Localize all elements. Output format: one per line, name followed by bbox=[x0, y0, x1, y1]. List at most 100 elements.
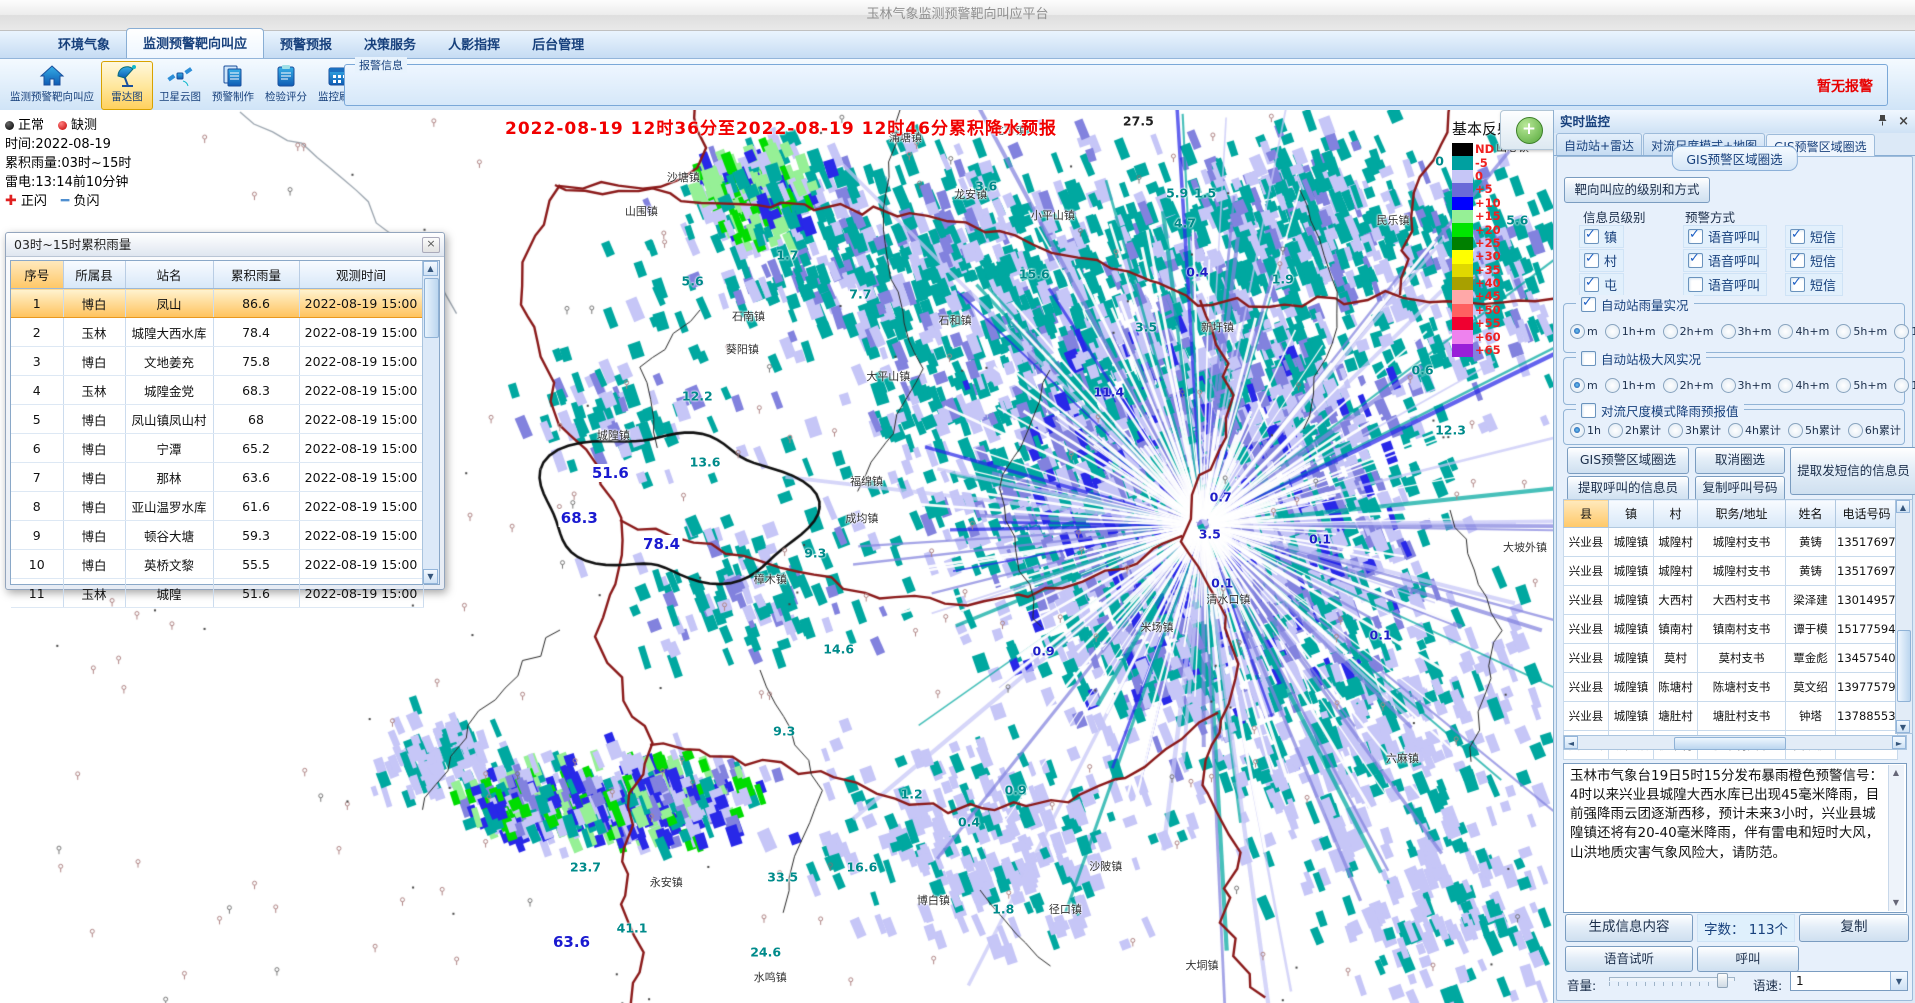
radio-icon[interactable] bbox=[1778, 378, 1793, 393]
contact-row[interactable]: 兴业县城隍镇莫村莫村支书覃金彪1345754051 bbox=[1564, 644, 1898, 673]
radio-icon[interactable] bbox=[1605, 324, 1620, 339]
rain-table-row[interactable]: 9博白顿谷大塘59.32022-08-19 15:00 bbox=[11, 521, 423, 550]
contacts-col-4[interactable]: 职务/地址 bbox=[1698, 500, 1786, 528]
radio-icon[interactable] bbox=[1836, 378, 1851, 393]
voice-call-checkbox-1[interactable]: 语音呼叫 bbox=[1683, 225, 1767, 248]
scroll-left-icon[interactable]: ◄ bbox=[1564, 736, 1578, 749]
radio-icon[interactable] bbox=[1721, 324, 1736, 339]
checkbox-icon[interactable] bbox=[1688, 253, 1703, 268]
copy-call-numbers-button[interactable]: 复制呼叫号码 bbox=[1695, 476, 1785, 501]
target-level-button[interactable]: 靶向叫应的级别和方式 bbox=[1564, 177, 1710, 203]
rain-col-4[interactable]: 累积雨量 bbox=[213, 261, 299, 289]
contacts-col-6[interactable]: 电话号码 bbox=[1836, 500, 1898, 528]
menu-tab-6[interactable]: 后台管理 bbox=[516, 30, 600, 58]
contact-row[interactable]: 兴业县城隍镇镇南村镇南村支书谭于模1517759461 bbox=[1564, 615, 1898, 644]
radio-icon[interactable] bbox=[1848, 423, 1863, 438]
contacts-scrollbar[interactable]: ▲ ▼ bbox=[1895, 499, 1913, 734]
tool-radar-button[interactable]: 雷达图 bbox=[101, 61, 153, 110]
radio-icon[interactable] bbox=[1778, 324, 1793, 339]
scroll-up-icon[interactable]: ▲ bbox=[1889, 766, 1903, 780]
extract-sms-informers-button[interactable]: 提取发短信的信息员 bbox=[1790, 447, 1915, 495]
scroll-down-icon[interactable]: ▼ bbox=[1889, 896, 1903, 910]
contacts-col-1[interactable]: 县 bbox=[1564, 500, 1609, 528]
radio-option-5h累计[interactable]: 5h累计 bbox=[1788, 422, 1841, 438]
radio-icon[interactable] bbox=[1721, 378, 1736, 393]
rain-window-titlebar[interactable]: 03时~15时累积雨量 × bbox=[6, 233, 444, 257]
radio-option-5h+m[interactable]: 5h+m bbox=[1836, 378, 1887, 393]
pin-icon[interactable] bbox=[1878, 114, 1887, 126]
rain-table-row[interactable]: 3博白文地姜充75.82022-08-19 15:00 bbox=[11, 347, 423, 376]
checkbox-icon[interactable] bbox=[1688, 277, 1703, 292]
tool-home-button[interactable]: 监测预警靶向叫应 bbox=[4, 61, 100, 110]
contact-row[interactable]: 兴业县城隍镇塘肚村塘肚村支书钟塔1378855341 bbox=[1564, 702, 1898, 731]
radio-option-4h+m[interactable]: 4h+m bbox=[1778, 324, 1829, 339]
rain-table-row[interactable]: 7博白那林63.62022-08-19 15:00 bbox=[11, 463, 423, 492]
generate-message-button[interactable]: 生成信息内容 bbox=[1565, 914, 1693, 942]
checkbox-icon[interactable] bbox=[1790, 253, 1805, 268]
checkbox-icon[interactable] bbox=[1790, 277, 1805, 292]
rain-table-row[interactable]: 11玉林城隍51.62022-08-19 15:00 bbox=[11, 579, 423, 608]
menu-tab-5[interactable]: 人影指挥 bbox=[432, 30, 516, 58]
rain-table-row[interactable]: 8博白亚山温罗水库61.62022-08-19 15:00 bbox=[11, 492, 423, 521]
rain-table-row[interactable]: 6博白宁潭65.22022-08-19 15:00 bbox=[11, 434, 423, 463]
slider-thumb[interactable] bbox=[1717, 973, 1728, 988]
level-checkbox-村[interactable]: 村 bbox=[1579, 249, 1624, 272]
checkbox-icon[interactable] bbox=[1584, 277, 1599, 292]
rain-col-3[interactable]: 站名 bbox=[125, 261, 213, 289]
checkbox-icon[interactable] bbox=[1584, 229, 1599, 244]
scrollbar-thumb[interactable] bbox=[1897, 630, 1911, 702]
contact-row[interactable]: 兴业县城隍镇大西村大西村支书梁泽建1301495711 bbox=[1564, 586, 1898, 615]
scroll-down-icon[interactable]: ▼ bbox=[423, 569, 438, 584]
volume-slider[interactable] bbox=[1609, 973, 1735, 987]
rain-table-row[interactable]: 5博白凤山镇凤山村682022-08-19 15:00 bbox=[11, 405, 423, 434]
radio-option-3h+m[interactable]: 3h+m bbox=[1721, 324, 1772, 339]
contacts-col-2[interactable]: 镇 bbox=[1609, 500, 1654, 528]
radio-icon[interactable] bbox=[1728, 423, 1743, 438]
call-button[interactable]: 呼叫 bbox=[1697, 946, 1799, 972]
radio-icon[interactable] bbox=[1668, 423, 1683, 438]
scroll-right-icon[interactable]: ► bbox=[1892, 736, 1906, 749]
level-checkbox-镇[interactable]: 镇 bbox=[1579, 225, 1624, 248]
checkbox-icon[interactable] bbox=[1584, 253, 1599, 268]
message-scrollbar[interactable]: ▲ ▼ bbox=[1888, 765, 1904, 911]
radio-icon[interactable] bbox=[1836, 324, 1851, 339]
rain-col-1[interactable]: 序号 bbox=[11, 261, 63, 289]
radio-option-1h+m[interactable]: 1h+m bbox=[1605, 324, 1656, 339]
radio-icon[interactable] bbox=[1894, 324, 1909, 339]
menu-tab-2[interactable]: 监测预警靶向叫应 bbox=[126, 28, 264, 58]
level-checkbox-屯[interactable]: 屯 bbox=[1579, 273, 1624, 296]
radio-icon[interactable] bbox=[1788, 423, 1803, 438]
contact-row[interactable]: 兴业县城隍镇陈塘村陈塘村支书莫文绍1397757961 bbox=[1564, 673, 1898, 702]
group-checkbox-icon[interactable] bbox=[1581, 297, 1596, 312]
menu-tab-4[interactable]: 决策服务 bbox=[348, 30, 432, 58]
checkbox-icon[interactable] bbox=[1790, 229, 1805, 244]
radio-option-6h累计[interactable]: 6h累计 bbox=[1848, 422, 1901, 438]
radio-option-2h+m[interactable]: 2h+m bbox=[1663, 324, 1714, 339]
panel-close-icon[interactable]: × bbox=[1898, 114, 1909, 129]
scroll-down-icon[interactable]: ▼ bbox=[1896, 720, 1910, 733]
extract-call-informers-button[interactable]: 提取呼叫的信息员 bbox=[1567, 476, 1689, 501]
sms-checkbox-3[interactable]: 短信 bbox=[1785, 273, 1843, 296]
tool-clipboard-button[interactable]: 检验评分 bbox=[260, 61, 312, 110]
copy-button[interactable]: 复制 bbox=[1799, 914, 1909, 942]
scroll-up-icon[interactable]: ▲ bbox=[1896, 500, 1910, 513]
voice-call-checkbox-2[interactable]: 语音呼叫 bbox=[1683, 249, 1767, 272]
radio-icon[interactable] bbox=[1570, 324, 1585, 339]
radio-option-3h累计[interactable]: 3h累计 bbox=[1668, 422, 1721, 438]
rain-table-row[interactable]: 4玉林城隍金党68.32022-08-19 15:00 bbox=[11, 376, 423, 405]
voice-call-checkbox-3[interactable]: 语音呼叫 bbox=[1683, 273, 1767, 296]
radio-option-m[interactable]: m bbox=[1570, 324, 1598, 339]
group-checkbox-icon[interactable] bbox=[1581, 403, 1596, 418]
sms-checkbox-2[interactable]: 短信 bbox=[1785, 249, 1843, 272]
rain-table-row[interactable]: 10博白英桥文黎55.52022-08-19 15:00 bbox=[11, 550, 423, 579]
cancel-select-button[interactable]: 取消圈选 bbox=[1695, 447, 1785, 474]
menu-tab-1[interactable]: 环境气象 bbox=[42, 30, 126, 58]
gis-select-button[interactable]: GIS预警区域圈选 bbox=[1567, 447, 1689, 474]
radio-icon[interactable] bbox=[1663, 378, 1678, 393]
radio-icon[interactable] bbox=[1608, 423, 1623, 438]
radio-option-12h+m[interactable]: 12h+m bbox=[1894, 378, 1915, 393]
tool-satellite-button[interactable]: 卫星云图 bbox=[154, 61, 206, 110]
radio-option-m[interactable]: m bbox=[1570, 378, 1598, 393]
contact-row[interactable]: 兴业县城隍镇城隍村城隍村支书黄铸1351769751 bbox=[1564, 528, 1898, 557]
speed-select[interactable]: 1 ▼ bbox=[1790, 971, 1908, 991]
